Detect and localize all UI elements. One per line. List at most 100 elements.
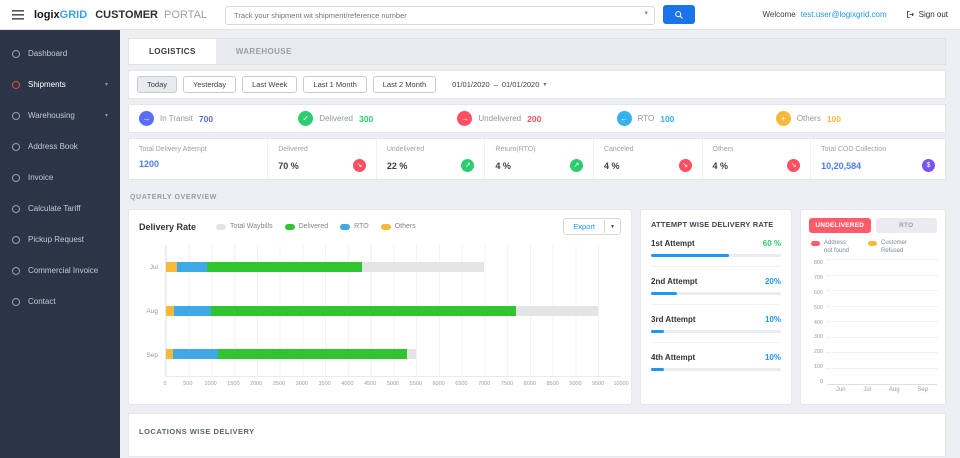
filter-button-last-2-month[interactable]: Last 2 Month — [372, 76, 437, 93]
sign-out-button[interactable]: Sign out — [906, 10, 948, 19]
bar-segment-rto — [173, 305, 212, 316]
status-value: 100 — [660, 113, 675, 124]
axis-label: Aug — [888, 387, 900, 393]
tab-warehouse[interactable]: WAREHOUSE — [216, 39, 312, 64]
bar-segment-rto — [177, 261, 207, 272]
sidebar-item-warehousing[interactable]: Warehousing ▾ — [0, 100, 120, 131]
metric-label: Delivered — [278, 146, 308, 153]
undelivered-panel: UNDELIVERED RTO Address not found Customer… — [800, 209, 946, 405]
date-to: 01/01/2020 — [501, 80, 540, 89]
search-button[interactable] — [663, 5, 696, 24]
user-email-link[interactable]: test.user@logixgrid.com — [801, 10, 887, 19]
status-value: 100 — [826, 113, 842, 124]
attempt-row-header: 3rd Attempt 10% — [651, 315, 781, 324]
metric-delivered: Delivered 70 % ↘ — [268, 139, 377, 179]
axis-label: Sep — [146, 351, 158, 359]
search-input[interactable] — [225, 5, 656, 25]
metric-total-cod-collection: Total COD Collection 10,20,584 $ — [811, 139, 945, 179]
arrow-right-icon: → — [457, 111, 473, 126]
sign-out-label: Sign out — [918, 10, 948, 19]
axis-label: Jun — [835, 387, 846, 393]
filter-button-last-week[interactable]: Last Week — [242, 76, 298, 93]
status-value: 700 — [198, 113, 214, 124]
circle-icon — [12, 49, 20, 58]
export-button[interactable]: Export ▾ — [563, 218, 621, 235]
filter-button-last-1-month[interactable]: Last 1 Month — [303, 76, 367, 93]
filter-buttons: Today Yesterday Last Week Last 1 Month Last … — [137, 76, 437, 93]
metric-value: 10,20,584 — [821, 160, 862, 171]
chevron-down-icon[interactable]: ▾ — [645, 9, 649, 17]
brand-grid: GRID — [59, 8, 88, 21]
attempt-label: 1st Attempt — [651, 239, 695, 248]
attempt-row-2nd-attempt: 2nd Attempt 20% — [651, 267, 781, 305]
sidebar-item-pickup-request[interactable]: Pickup Request — [0, 224, 120, 255]
c2-xlabels: Jun Jul Aug Sep — [827, 387, 937, 396]
axis-tick: 9000 — [569, 381, 582, 387]
trend-down-icon: ↘ — [787, 159, 801, 172]
attempt-row-4th-attempt: 4th Attempt 10% — [651, 343, 781, 380]
section-title-locations: LOCATIONS WISE DELIVERY — [139, 427, 255, 436]
charts-row: Delivery Rate Total Waybills Delivered RTO… — [128, 209, 946, 405]
axis-tick: 6000 — [432, 381, 445, 387]
metric-value: 4 % — [495, 160, 511, 171]
sidebar-item-invoice[interactable]: Invoice — [0, 162, 120, 193]
chevron-down-icon: ▾ — [543, 82, 547, 88]
toggle-rto[interactable]: RTO — [875, 218, 937, 233]
axis-tick: 2000 — [250, 381, 263, 387]
sidebar-item-calculate-tariff[interactable]: Calculate Tariff — [0, 193, 120, 224]
metric-canceled: Canceled 4 % ↘ — [594, 139, 703, 179]
legend-dot — [340, 223, 351, 230]
axis-tick: 5500 — [409, 381, 422, 387]
metric-value-row: 10,20,584 $ — [821, 159, 935, 172]
filter-button-today[interactable]: Today — [137, 76, 178, 93]
sidebar-item-dashboard[interactable]: Dashboard — [0, 38, 120, 69]
legend-item-address-not-found: Address not found — [811, 240, 856, 255]
legend-item-total-waybills: Total Waybills — [216, 223, 273, 230]
attempt-value: 20% — [764, 277, 781, 286]
axis-tick: 4500 — [364, 381, 377, 387]
menu-icon[interactable] — [12, 9, 24, 20]
legend-dot — [380, 223, 391, 230]
attempt-row-1st-attempt: 1st Attempt 60 % — [651, 229, 781, 267]
metric-value-row: 70 % ↘ — [278, 159, 366, 172]
arrow-left-icon: ← — [616, 111, 632, 126]
toggle-undelivered[interactable]: UNDELIVERED — [809, 218, 871, 233]
search-icon — [675, 10, 683, 19]
attempt-label: 2nd Attempt — [651, 277, 698, 286]
attempt-label: 3rd Attempt — [651, 315, 696, 324]
metric-label: Total COD Collection — [821, 146, 887, 153]
metric-label: Return(RTO) — [495, 146, 536, 153]
axis-tick: 9500 — [592, 381, 605, 387]
metric-value-row: 4 % ↗ — [495, 159, 583, 172]
axis-tick: 4000 — [341, 381, 354, 387]
metric-value: 22 % — [386, 160, 408, 171]
axis-tick: 8000 — [523, 381, 536, 387]
axis-tick: 10000 — [613, 381, 629, 387]
axis-tick: 500 — [183, 381, 193, 387]
metric-value: 4 % — [603, 160, 620, 171]
filter-button-yesterday[interactable]: Yesterday — [183, 76, 237, 93]
undelivered-legend: Address not found Customer Refused — [811, 240, 935, 255]
sidebar-item-commercial-invoice[interactable]: Commercial Invoice — [0, 255, 120, 286]
metric-others: Others 4 % ↘ — [703, 139, 812, 179]
circle-icon — [12, 80, 20, 89]
metric-undelivered: Undelivered 22 % ↗ — [377, 139, 486, 179]
bar-segment-total-waybills — [515, 305, 599, 316]
sidebar-item-shipments[interactable]: Shipments ▾ — [0, 69, 120, 100]
sidebar-item-address-book[interactable]: Address Book — [0, 131, 120, 162]
axis-label: Aug — [146, 307, 158, 315]
top-bar: logixGRID CUSTOMER PORTAL ▾ Welcome test… — [0, 0, 960, 30]
welcome-label: Welcome — [762, 10, 796, 19]
tab-logistics[interactable]: LOGISTICS — [129, 39, 216, 64]
legend-dot — [216, 223, 227, 230]
c2-plot — [827, 259, 937, 385]
sidebar-item-contact[interactable]: Contact — [0, 286, 120, 317]
circle-icon — [12, 266, 20, 275]
axis-tick: 6500 — [455, 381, 468, 387]
brand-logo: logixGRID CUSTOMER PORTAL — [34, 9, 207, 21]
legend-item-customer-refused: Customer Refused — [868, 240, 913, 255]
date-range-picker[interactable]: 01/01/2020 – 01/01/2020 ▾ — [452, 80, 546, 89]
attempt-progress-fill — [651, 368, 664, 371]
dollar-icon: $ — [921, 159, 935, 172]
circle-icon — [12, 297, 20, 306]
